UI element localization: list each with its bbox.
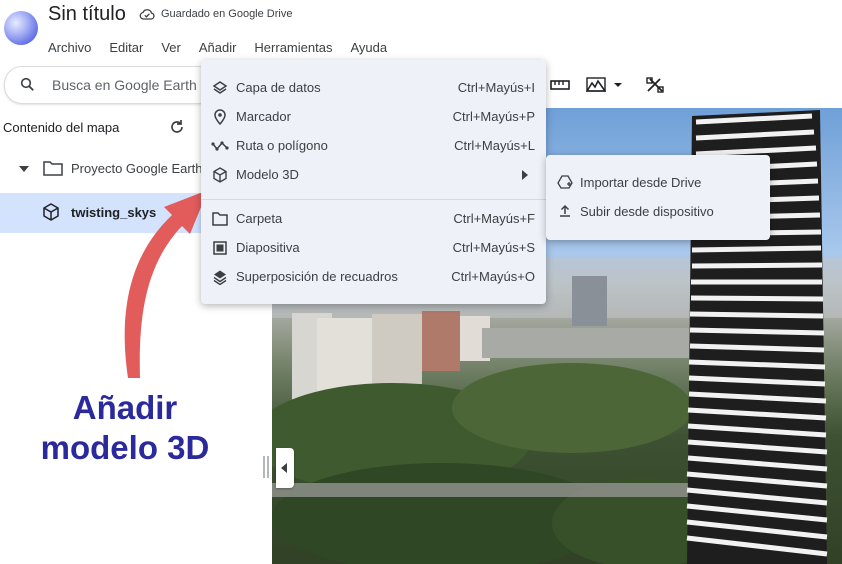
menu-item-overlay[interactable]: Superposición de recuadros Ctrl+Mayús+O	[201, 262, 546, 291]
add-menu: Capa de datos Ctrl+Mayús+I Marcador Ctrl…	[201, 60, 546, 304]
caret-down-icon[interactable]	[19, 166, 29, 172]
menubar: Archivo Editar Ver Añadir Herramientas A…	[48, 40, 405, 55]
annotation-line-1: Añadir	[72, 389, 178, 426]
annotation-text: Añadir modelo 3D	[20, 388, 230, 468]
drive-status: Guardado en Google Drive	[139, 8, 292, 20]
submenu-item-upload-device[interactable]: Subir desde dispositivo	[546, 197, 770, 225]
cube-icon	[43, 203, 59, 221]
menu-editar[interactable]: Editar	[109, 40, 143, 55]
menu-item-label: Ruta o polígono	[236, 138, 328, 153]
menu-divider	[201, 199, 546, 200]
cloud-check-icon	[139, 9, 155, 20]
menu-ver[interactable]: Ver	[161, 40, 181, 55]
folder-icon	[43, 161, 63, 176]
drive-status-text: Guardado en Google Drive	[161, 8, 293, 20]
folder-icon	[211, 210, 229, 228]
refresh-icon[interactable]	[169, 119, 185, 135]
search-input[interactable]: Busca en Google Earth	[52, 77, 197, 93]
menu-item-label: Carpeta	[236, 211, 283, 226]
terrain-icon[interactable]	[586, 76, 606, 93]
search-icon[interactable]	[20, 77, 35, 92]
panel-resize-handle[interactable]	[263, 456, 269, 478]
menu-item-label: Modelo 3D	[236, 167, 299, 182]
menu-anadir[interactable]: Añadir	[199, 40, 237, 55]
submenu-item-label: Subir desde dispositivo	[580, 203, 714, 219]
tools-icon[interactable]	[645, 76, 665, 94]
menu-ayuda[interactable]: Ayuda	[350, 40, 387, 55]
menu-item-path[interactable]: Ruta o polígono Ctrl+Mayús+L	[201, 131, 546, 160]
annotation-line-2: modelo 3D	[40, 429, 210, 466]
model3d-submenu: Importar desde Drive Subir desde disposi…	[546, 155, 770, 240]
menu-archivo[interactable]: Archivo	[48, 40, 91, 55]
menu-item-data-layer[interactable]: Capa de datos Ctrl+Mayús+I	[201, 73, 546, 102]
shortcut-label: Ctrl+Mayús+I	[457, 80, 535, 95]
ruler-icon[interactable]	[550, 77, 570, 93]
menu-herramientas[interactable]: Herramientas	[254, 40, 332, 55]
chevron-down-icon[interactable]	[613, 82, 623, 88]
shortcut-label: Ctrl+Mayús+O	[451, 269, 535, 284]
shortcut-label: Ctrl+Mayús+F	[453, 211, 535, 226]
menu-item-folder[interactable]: Carpeta Ctrl+Mayús+F	[201, 204, 546, 233]
path-icon	[211, 137, 229, 155]
submenu-item-label: Importar desde Drive	[580, 174, 702, 190]
collapse-panel-button[interactable]	[276, 448, 294, 488]
submenu-arrow-icon	[522, 169, 528, 180]
shortcut-label: Ctrl+Mayús+S	[452, 240, 535, 255]
chevron-left-icon	[281, 463, 287, 473]
menu-item-3d-model[interactable]: Modelo 3D	[201, 160, 546, 189]
drive-import-icon	[556, 173, 574, 191]
menu-item-slide[interactable]: Diapositiva Ctrl+Mayús+S	[201, 233, 546, 262]
google-earth-logo[interactable]	[4, 11, 38, 45]
menu-item-label: Superposición de recuadros	[236, 269, 398, 284]
menu-item-label: Capa de datos	[236, 80, 321, 95]
layers-icon	[211, 79, 229, 97]
upload-icon	[556, 202, 574, 220]
menu-item-placemark[interactable]: Marcador Ctrl+Mayús+P	[201, 102, 546, 131]
shortcut-label: Ctrl+Mayús+P	[452, 109, 535, 124]
map-contents-title: Contenido del mapa	[3, 120, 120, 135]
placemark-icon	[211, 108, 229, 126]
document-title[interactable]: Sin título	[48, 3, 126, 26]
slide-icon	[211, 239, 229, 257]
submenu-item-import-drive[interactable]: Importar desde Drive	[546, 168, 770, 196]
cube-icon	[211, 166, 229, 184]
shortcut-label: Ctrl+Mayús+L	[454, 138, 535, 153]
overlay-icon	[211, 268, 229, 286]
menu-item-label: Diapositiva	[236, 240, 300, 255]
menu-item-label: Marcador	[236, 109, 291, 124]
